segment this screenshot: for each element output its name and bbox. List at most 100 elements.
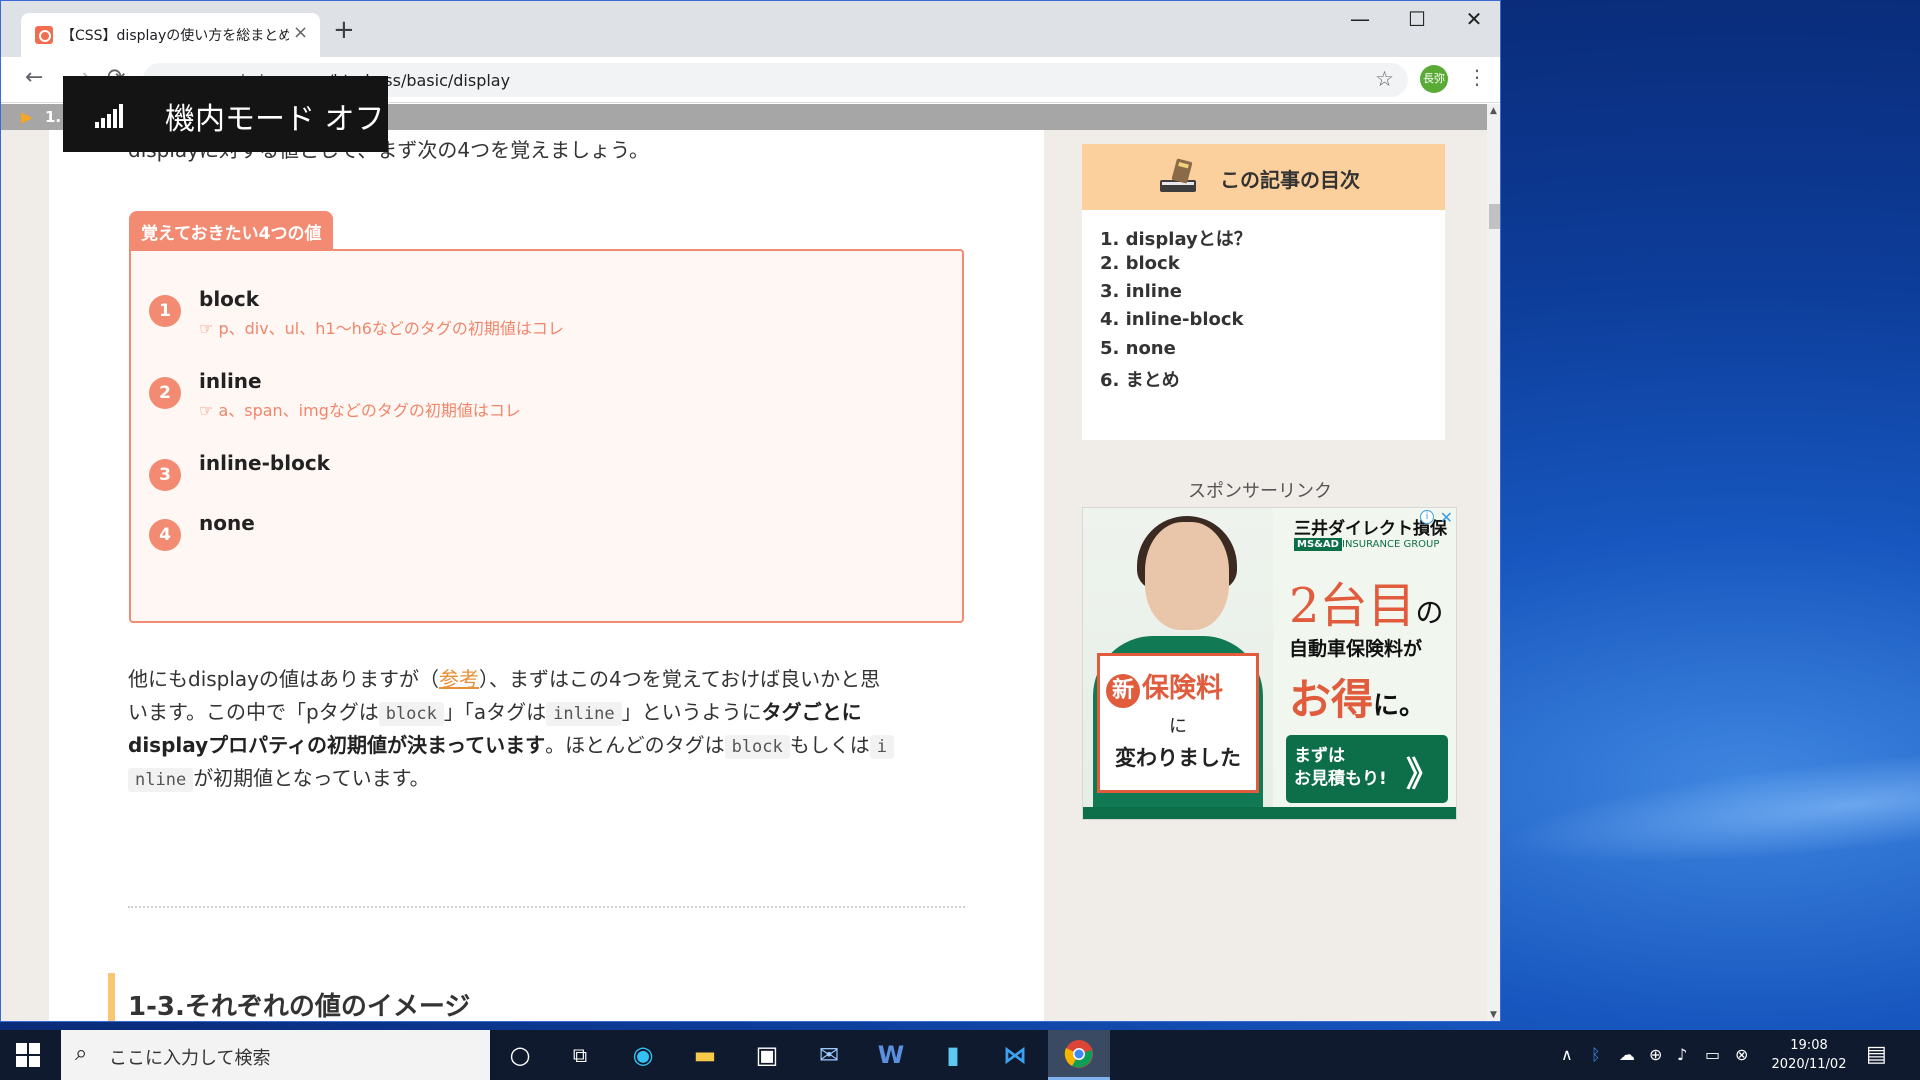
ad-cta-button[interactable]: まずは お見積もり! 》 — [1286, 735, 1448, 803]
tab-title: 【CSS】displayの使い方を総まとめ！ — [61, 28, 289, 44]
vscode-icon[interactable]: ⋈ — [999, 1039, 1031, 1071]
bluetooth-icon[interactable]: ᛒ — [1591, 1045, 1601, 1064]
item-number-badge: 1 — [149, 295, 181, 327]
play-triangle-icon: ▶ — [21, 108, 33, 126]
ad-toku-text: お得 — [1289, 675, 1374, 724]
item-note-text: p、div、ul、h1〜h6などのタグの初期値はコレ — [218, 319, 564, 338]
ad-cta-line1: まずは — [1294, 746, 1345, 766]
minimize-button[interactable]: — — [1335, 7, 1385, 31]
onedrive-icon[interactable]: ☁ — [1619, 1045, 1635, 1064]
toc-header: この記事の目次 — [1082, 144, 1445, 210]
word-icon[interactable]: W — [875, 1039, 907, 1071]
chrome-icon — [1064, 1040, 1093, 1068]
para-bold: タグごとに — [761, 700, 862, 724]
item-note: ☞ a、span、imgなどのタグの初期値はコレ — [199, 397, 521, 421]
para-text: います。この中で「pタグは — [128, 700, 379, 724]
item-number-badge: 4 — [149, 519, 181, 551]
system-clock[interactable]: 19:08 2020/11/02 — [1764, 1036, 1854, 1074]
ad-sign-line3: 変わりました — [1115, 746, 1241, 770]
scroll-thumb[interactable] — [1489, 204, 1500, 229]
ad-cta-text: まずはお見積もり! — [1294, 745, 1387, 791]
edge-icon[interactable]: ◉ — [627, 1039, 659, 1071]
ad-cta-line2: お見積もり! — [1294, 769, 1387, 789]
mail-icon[interactable]: ✉ — [813, 1039, 845, 1071]
ad-sign-text: 保険料 — [1142, 673, 1223, 704]
notification-icon[interactable]: ▤ — [1866, 1042, 1887, 1067]
ad-bottom-ribbon — [1083, 807, 1456, 819]
para-bold: displayプロパティの初期値が決まっています — [128, 733, 546, 757]
browser-tab[interactable]: 【CSS】displayの使い方を総まとめ！ × — [21, 13, 320, 57]
ad-banner[interactable]: 新保険料 に 変わりました 三井ダイレクト損保 MS&AD INSURANCE … — [1082, 507, 1457, 820]
inline-code: i — [869, 735, 895, 759]
clock-date: 2020/11/02 — [1771, 1057, 1847, 1072]
toast-text: 機内モード オフ — [165, 102, 385, 137]
toc-entry[interactable]: 6. まとめ — [1100, 366, 1180, 392]
airplane-off-icon[interactable]: ⊗ — [1735, 1045, 1748, 1064]
new-tab-button[interactable]: + — [333, 15, 355, 45]
toc-entry[interactable]: 2. block — [1100, 253, 1180, 274]
section-divider — [128, 906, 965, 908]
maximize-button[interactable]: ☐ — [1392, 7, 1442, 31]
file-explorer-icon[interactable]: ▬ — [689, 1039, 721, 1071]
paragraph-line: います。この中で「pタグは block 」「aタグは inline 」というようにタグご… — [128, 696, 968, 726]
phone-app-icon[interactable]: ▮ — [937, 1039, 969, 1071]
toc-entry[interactable]: 1. displayとは？ — [1100, 225, 1252, 251]
toc-entry[interactable]: 4. inline-block — [1100, 309, 1244, 330]
page-scrollbar[interactable]: ▲ ▼ — [1487, 104, 1500, 1021]
para-text: 」「aタグは — [443, 700, 547, 724]
values-box-title: 覚えておきたい4つの値 — [129, 211, 334, 249]
store-icon[interactable]: ▣ — [751, 1039, 783, 1071]
ad-sign-board: 新保険料 に 変わりました — [1097, 653, 1259, 793]
item-note: ☞ p、div、ul、h1〜h6などのタグの初期値はコレ — [199, 315, 564, 339]
para-text: 」というように — [621, 700, 762, 724]
cortana-icon[interactable]: ○ — [504, 1039, 536, 1071]
ad-headline-suffix: の — [1415, 596, 1444, 629]
sticky-nav-number: 1. — [45, 108, 62, 126]
ad-toku: お得に。 — [1289, 666, 1425, 727]
ad-sign-circle: 新 — [1106, 674, 1140, 708]
ad-close-icon[interactable]: ✕ — [1440, 508, 1453, 527]
thumbs-up-icon: ☞ — [199, 401, 219, 420]
scroll-down-icon[interactable]: ▼ — [1490, 1010, 1497, 1020]
item-name: inline — [199, 369, 262, 393]
ad-person-face — [1145, 522, 1229, 630]
toc-entry[interactable]: 3. inline — [1100, 281, 1182, 302]
back-arrow-icon[interactable]: ← — [25, 65, 43, 90]
scroll-up-icon[interactable]: ▲ — [1490, 106, 1497, 116]
reference-link[interactable]: 参考 — [439, 667, 479, 691]
profile-avatar[interactable]: 長弥 — [1420, 65, 1448, 93]
tab-strip: 【CSS】displayの使い方を総まとめ！ × + — ☐ ✕ — [1, 1, 1500, 57]
para-text: が初期値となっています。 — [193, 766, 430, 790]
browser-window: 【CSS】displayの使い方を総まとめ！ × + — ☐ ✕ ← → ⟳ s… — [0, 0, 1501, 1022]
menu-dots-icon[interactable]: ⋮ — [1467, 65, 1487, 89]
values-box: 1 block ☞ p、div、ul、h1〜h6などのタグの初期値はコレ 2 i… — [129, 249, 964, 623]
inline-code: inline — [546, 702, 622, 726]
task-view-icon[interactable]: ⧉ — [564, 1039, 596, 1071]
taskbar: ⌕ ここに入力して検索 ○ ⧉ ◉ ▬ ▣ ✉ W ▮ ⋈ ∧ ᛒ ☁ ⊕ ♪ … — [0, 1030, 1920, 1080]
ad-headline: 2台目の — [1289, 566, 1444, 636]
globe-icon[interactable]: ⊕ — [1649, 1045, 1662, 1064]
battery-icon[interactable]: ▭ — [1705, 1045, 1720, 1064]
ad-toku-suffix: に。 — [1373, 691, 1426, 721]
ad-sign-line2: に — [1169, 716, 1187, 737]
ad-person-image: 新保険料 に 変わりました — [1083, 508, 1273, 819]
paragraph-line: displayプロパティの初期値が決まっています。ほとんどのタグは block もし… — [128, 729, 968, 759]
ad-subline: 自動車保険料が — [1289, 638, 1423, 660]
thumbs-up-icon: ☞ — [199, 319, 219, 338]
chrome-taskbar-button[interactable] — [1048, 1030, 1110, 1080]
sponsor-label: スポンサーリンク — [1188, 481, 1332, 502]
volume-icon[interactable]: ♪ — [1677, 1045, 1687, 1064]
close-window-button[interactable]: ✕ — [1449, 7, 1499, 31]
table-of-contents: この記事の目次 1. displayとは？ 2. block 3. inline… — [1082, 144, 1445, 440]
tab-close-button[interactable]: × — [293, 22, 308, 43]
web-page: ▶ 1. displayに対する値として、まず次の4つを覚えましょう。 覚えてお… — [1, 104, 1487, 1021]
bookmark-star-icon[interactable]: ☆ — [1375, 67, 1394, 91]
ad-info-icon[interactable]: i — [1420, 510, 1434, 524]
taskbar-search-box[interactable]: ⌕ ここに入力して検索 — [61, 1030, 490, 1080]
chevron-up-icon[interactable]: ∧ — [1561, 1045, 1573, 1064]
windows-start-icon[interactable] — [16, 1043, 40, 1067]
inline-code: block — [378, 702, 444, 726]
ad-group-text: INSURANCE GROUP — [1342, 539, 1440, 550]
toc-entry[interactable]: 5. none — [1100, 338, 1176, 359]
clock-time: 19:08 — [1790, 1038, 1828, 1053]
